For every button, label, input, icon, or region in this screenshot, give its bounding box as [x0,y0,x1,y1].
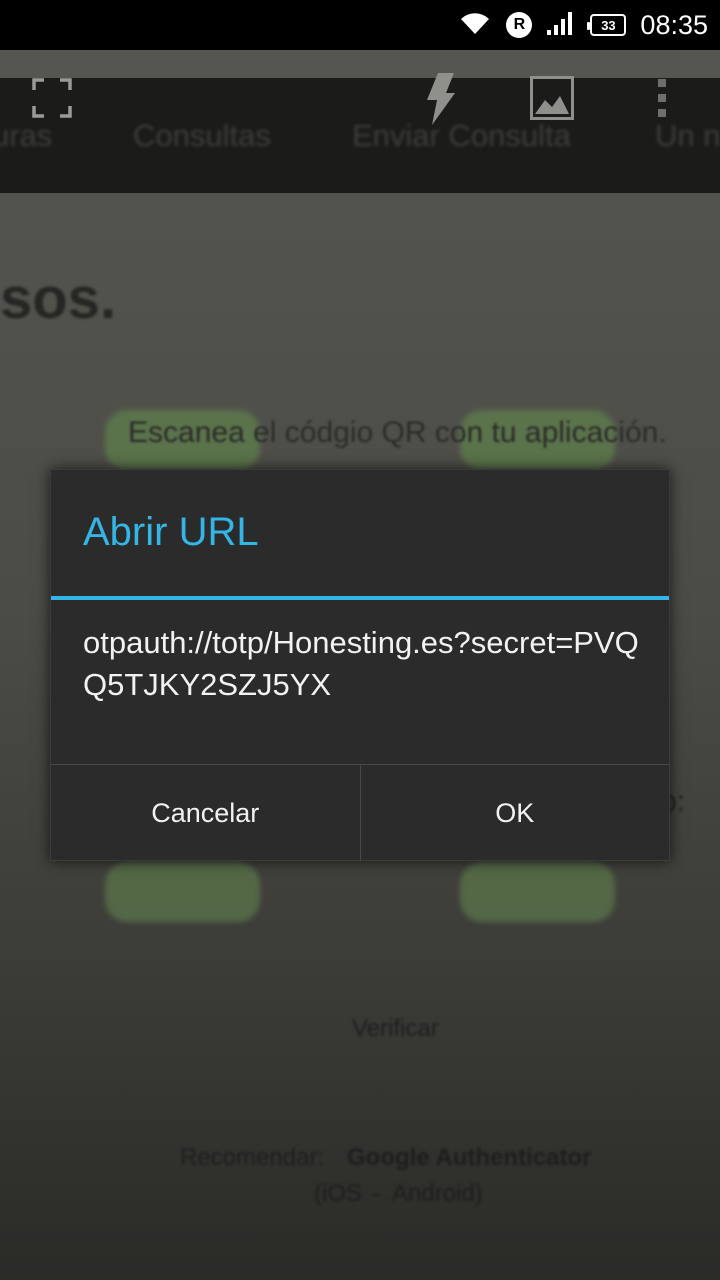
gallery-icon[interactable] [530,76,574,125]
battery-level: 33 [601,17,616,33]
dialog-button-bar: Cancelar OK [51,764,669,861]
cancel-button[interactable]: Cancelar [51,765,360,861]
background-green-block [105,862,260,922]
background-green-block [460,862,615,922]
background-platforms: Android) [392,1180,483,1207]
roaming-icon: R [506,12,533,38]
background-nav-item: uras [0,118,53,153]
dialog-title-divider [51,596,669,600]
background-platforms: - [372,1180,380,1207]
background-recommend-app: Google Authenticator [347,1144,592,1171]
background-platforms: (iOS [314,1180,362,1207]
dialog-title: Abrir URL [83,510,259,554]
fullscreen-icon[interactable] [32,78,72,123]
status-time: 08:35 [640,9,708,40]
wifi-icon [458,10,492,41]
background-nav-item: Consultas [133,118,271,153]
ok-button[interactable]: OK [361,765,670,861]
open-url-dialog: Abrir URL otpauth://totp/Honesting.es?se… [50,469,670,861]
background-instruction: Escanea el códgio QR con tu aplicación. [128,416,667,449]
background-nav-item: Un n [655,118,720,153]
signal-icon [546,10,576,41]
battery-icon: 33 [587,14,627,36]
overflow-menu-icon[interactable] [656,78,668,123]
flash-icon[interactable] [424,73,456,130]
background-heading: sos. [0,266,117,331]
dialog-url-message: otpauth://totp/Honesting.es?secret=PVQQ5… [83,625,639,702]
status-bar: R 33 08:35 [0,0,720,50]
background-verify-label: Verificar [352,1015,439,1042]
background-recommend-prefix: Recomendar: [180,1144,325,1171]
